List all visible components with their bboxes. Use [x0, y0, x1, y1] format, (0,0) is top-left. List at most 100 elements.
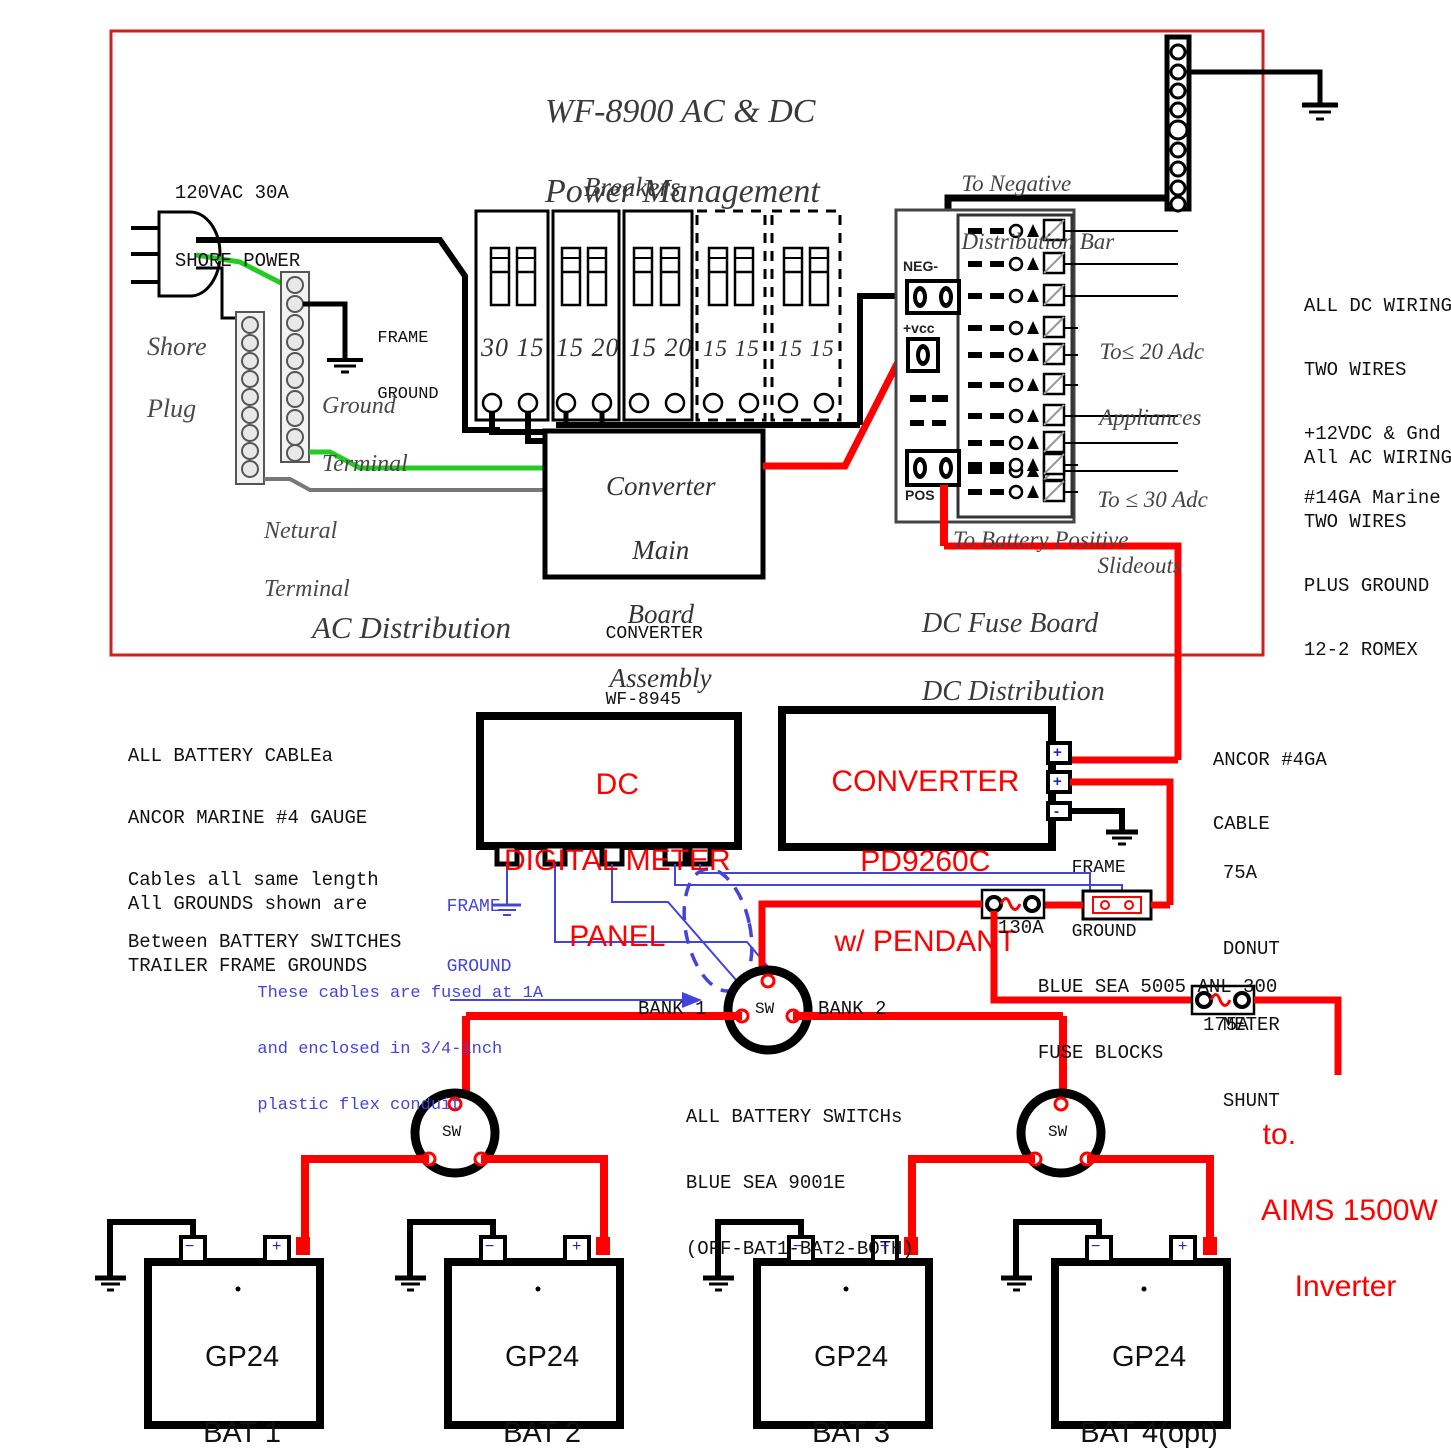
inverter-line1: to.	[1262, 1118, 1297, 1151]
flex-conduit-note-line1: These cables are fused at 1A	[257, 984, 544, 1003]
negative-bar-line2: Distribution Bar	[961, 229, 1115, 254]
dc-wiring-line1: ALL DC WIRING	[1303, 295, 1451, 317]
dc-meter-panel-label: DC DIGITAL METER PANEL	[480, 728, 738, 956]
battery-note-line1: ALL BATTERY CABLEa	[127, 745, 334, 767]
meter-panel-line2: DIGITAL METER	[503, 844, 731, 877]
breaker-group-2	[551, 209, 621, 422]
shore-plug-line2: Plug	[147, 394, 197, 423]
breaker-group-3	[622, 209, 694, 422]
battery-1-label: GP24 BAT 1	[148, 1300, 320, 1452]
pd9260c-terminal-minus: -	[1054, 803, 1059, 820]
ground-terminal-label: Ground Terminal	[310, 363, 408, 479]
ac-wiring-line3: PLUS GROUND	[1303, 575, 1430, 597]
flex-conduit-note-line3: plastic flex conduit	[257, 1096, 462, 1115]
meter-panel-line3: PANEL	[569, 920, 666, 953]
shore-plug-label: Shore Plug	[134, 300, 207, 424]
frame-ground-symbol-negbar	[1302, 102, 1338, 121]
fuseboard-pos-terminals	[905, 449, 961, 487]
inverter-line3: Inverter	[1294, 1270, 1397, 1303]
negative-bar-label: To Negative Distribution Bar	[950, 140, 1115, 256]
pd9260c-line3: w/ PENDANT	[834, 925, 1017, 958]
breakers-heading: Breakers	[584, 172, 681, 202]
neutral-terminal-line2: Terminal	[264, 576, 350, 602]
battery-2-label: GP24 BAT 2	[448, 1300, 620, 1452]
neutral-terminal-strip	[235, 311, 265, 485]
appliances-line2: Appliances	[1099, 405, 1202, 430]
breaker-label-1: 30 15	[481, 333, 545, 362]
neutral-terminal-label: Netural Terminal	[252, 488, 350, 604]
converter-box-line2: Main	[632, 535, 690, 565]
fuse-blocks-note: BLUE SEA 5005 ANL 300 FUSE BLOCKS	[1015, 938, 1277, 1070]
battery-4-plus: +	[1178, 1238, 1188, 1255]
fuseboard-neg-terminals	[905, 279, 961, 315]
neutral-terminal-line1: Netural	[264, 518, 338, 544]
fuseboard-neg-label: NEG-	[903, 258, 938, 274]
battery-3-label: GP24 BAT 3	[757, 1300, 929, 1452]
slideouts-line1: To ≤ 30 Adc	[1097, 487, 1208, 512]
battery-4-type: GP24	[1111, 1341, 1187, 1373]
pd9260c-line2: PD9260C	[860, 845, 991, 878]
appliances-line1: To≤ 20 Adc	[1099, 339, 1205, 364]
converter-caption-line1: CONVERTER	[605, 624, 703, 644]
dc-fuse-board-caption-line2: DC Distribution	[922, 676, 1105, 707]
bank2-switch-label: SW	[1048, 1123, 1068, 1141]
meter-frame-ground-line2: GROUND	[446, 957, 512, 977]
battery-3-plus: +	[880, 1238, 890, 1255]
converter-frame-ground-label: FRAME GROUND	[1050, 820, 1137, 948]
breaker-group-4	[695, 209, 767, 422]
fuseboard-pos-label: POS	[905, 487, 935, 503]
appliances-label: To≤ 20 Adc Appliances	[1088, 302, 1204, 434]
battery-3-minus: −	[793, 1238, 803, 1255]
inverter-label: to. AIMS 1500W Inverter	[1246, 1078, 1438, 1306]
ac-wiring-line4: 12-2 ROMEX	[1303, 639, 1418, 661]
meter-frame-ground-line1: FRAME	[446, 897, 501, 917]
ground-terminal-line1: Ground	[322, 393, 396, 419]
converter-caption-line2: WF-8945	[605, 690, 682, 710]
shore-spec-line2: SHORE POWER	[174, 250, 301, 272]
meter-panel-line1: DC	[595, 768, 639, 801]
inverter-line2: AIMS 1500W	[1261, 1194, 1438, 1227]
sw2-to-bat4	[1087, 1155, 1214, 1243]
wiring-diagram-canvas: WF-8900 AC & DC Power Management 120VAC …	[0, 0, 1451, 1449]
breaker-label-3: 15 20	[629, 333, 693, 362]
shore-plug-line1: Shore	[147, 332, 207, 361]
ground-terminal-strip	[280, 271, 310, 463]
ac-frame-ground-line1: FRAME	[377, 329, 429, 348]
battery-3-type: GP24	[813, 1341, 889, 1373]
converter-caption: CONVERTER WF-8945	[584, 585, 703, 717]
grounds-note-line1: All GROUNDS shown are	[127, 893, 368, 915]
fuse-130a-label: 130A	[998, 917, 1044, 939]
fuse-blocks-note-line2: FUSE BLOCKS	[1037, 1042, 1164, 1064]
converter-box-line1: Converter	[606, 471, 716, 501]
breaker-label-4: 15 15	[703, 336, 760, 361]
ground-terminal-line2: Terminal	[322, 451, 408, 477]
battery-4-name: BAT 4(opt)	[1080, 1417, 1218, 1449]
dc-fuse-board-caption: DC Fuse Board DC Distribution	[908, 573, 1105, 709]
meter-frame-ground-label: FRAME GROUND	[425, 862, 512, 982]
flex-conduit-note-line2: and enclosed in 3/4-inch	[257, 1040, 503, 1059]
breaker-label-2: 15 20	[556, 333, 620, 362]
battery-2-plus: +	[572, 1238, 582, 1255]
ac-wiring-note: All AC WIRING TWO WIRES PLUS GROUND 12-2…	[1281, 410, 1451, 666]
negative-distribution-bar	[1164, 34, 1192, 213]
bank1-label: BANK 1	[638, 998, 707, 1020]
battery-2-name: BAT 2	[503, 1417, 582, 1449]
battery-1-minus: −	[185, 1238, 195, 1255]
battery-1-plus: +	[272, 1238, 282, 1255]
page-title-line1: WF-8900 AC & DC	[545, 93, 816, 130]
battery-3-name: BAT 3	[812, 1417, 891, 1449]
shunt-line1: 75A	[1222, 862, 1258, 884]
slideouts-line2: Slideouts	[1097, 553, 1182, 578]
breaker-group-5	[770, 209, 842, 422]
pd9260c-line1: CONVERTER	[831, 765, 1020, 798]
slideouts-label: To ≤ 30 Adc Slideouts	[1086, 450, 1208, 582]
battery-4-label: GP24 BAT 4(opt)	[1045, 1300, 1237, 1452]
battery-2-minus: −	[485, 1238, 495, 1255]
switch-note-line1: ALL BATTERY SWITCHs	[685, 1106, 903, 1128]
fuseboard-vcc-terminal	[906, 337, 940, 373]
battery-switch-notes: ALL BATTERY SWITCHs BLUE SEA 9001E (OFF-…	[663, 1068, 914, 1266]
bank-switch-label: SW	[755, 1000, 775, 1018]
ancor-cable-line1: ANCOR #4GA	[1212, 749, 1327, 771]
switch-note-line2: BLUE SEA 9001E	[685, 1172, 846, 1194]
ac-wiring-line1: All AC WIRING	[1303, 447, 1451, 469]
